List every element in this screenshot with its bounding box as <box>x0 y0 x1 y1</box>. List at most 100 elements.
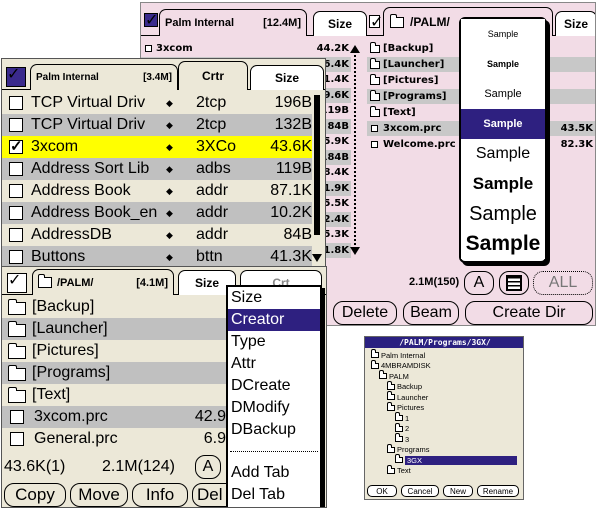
tree-label: Backup <box>397 382 423 391</box>
list-item[interactable]: TCP Virtual Driv ◆ 2tcp 132B <box>2 114 312 136</box>
font-option[interactable]: Sample <box>461 229 545 259</box>
list-item[interactable]: [Backup] <box>2 296 226 318</box>
tree-node[interactable]: Programs <box>387 443 430 455</box>
tab-volume[interactable]: Palm Internal [3.4M] <box>30 64 178 90</box>
list-item[interactable]: [Text] <box>2 384 226 406</box>
row-checkbox[interactable] <box>10 410 24 424</box>
right-checkbox[interactable] <box>369 12 383 31</box>
dialog-button[interactable]: Cancel <box>401 485 439 497</box>
menu-item[interactable]: Type <box>228 331 320 353</box>
list-item[interactable]: Address Sort Lib ◆ adbs 119B <box>2 158 312 180</box>
list-item[interactable]: [Pictures] <box>2 340 226 362</box>
tree-node[interactable]: 3GX <box>395 454 517 465</box>
list-item[interactable]: Address Book ◆ addr 87.1K <box>2 180 312 202</box>
menu-item[interactable]: Size <box>228 287 320 309</box>
copy-button[interactable]: Copy <box>4 483 66 507</box>
font-option[interactable]: Sample <box>461 109 545 139</box>
tab-volume[interactable]: Palm Internal [12.4M] <box>159 9 307 36</box>
tab-path[interactable]: /PALM/ [4.1M] <box>32 269 174 295</box>
tab-size[interactable]: Size <box>250 65 324 90</box>
list-item[interactable]: General.prc 6.9 <box>2 428 226 450</box>
dialog-button[interactable]: New <box>443 485 473 497</box>
font-option[interactable]: Sample <box>461 19 545 49</box>
font-option[interactable]: Sample <box>461 49 545 79</box>
file-name: Address Sort Lib <box>31 160 150 177</box>
folder-icon <box>8 387 26 403</box>
list-item[interactable]: 3xcom.prc 42.9 <box>2 406 226 428</box>
tab-size[interactable]: Size <box>313 11 367 36</box>
scroll-up-arrow[interactable] <box>350 45 360 53</box>
tree-node[interactable]: Pictures <box>387 401 424 413</box>
menu-item[interactable]: DModify <box>228 397 320 419</box>
a-button[interactable]: A <box>464 271 494 295</box>
tree-node[interactable]: Text <box>387 464 411 476</box>
list-item[interactable]: [Launcher] <box>2 318 226 340</box>
scroll-track[interactable] <box>354 55 356 245</box>
row-checkbox[interactable] <box>9 228 23 242</box>
menu-item[interactable]: Add Tab <box>228 462 320 484</box>
tree-node[interactable]: Backup <box>387 380 423 392</box>
volume-name: Palm Internal <box>165 17 235 29</box>
menu-item[interactable]: DBackup <box>228 419 320 441</box>
file-size: 82.3K <box>560 139 593 150</box>
row-checkbox[interactable] <box>9 118 23 132</box>
tab-size-right[interactable]: Size <box>555 11 595 36</box>
tree-label: 3GX <box>405 455 517 465</box>
select-all-checkbox[interactable] <box>6 64 26 87</box>
row-checkbox[interactable] <box>371 141 378 148</box>
font-option[interactable]: Sample <box>461 79 545 109</box>
file-size: 10.2K <box>270 204 312 221</box>
tree-node[interactable]: 3 <box>395 433 409 444</box>
status-mem: 2.1M(124) <box>102 458 175 475</box>
dialog-button[interactable]: Rename <box>477 485 519 497</box>
select-all-checkbox[interactable] <box>144 10 158 29</box>
list-item[interactable]: 3xcom ◆ 3XCo 43.6K <box>2 136 312 158</box>
scroll-down-arrow[interactable] <box>350 247 360 255</box>
scroll-down-arrow[interactable] <box>312 254 322 262</box>
row-checkbox[interactable] <box>9 206 23 220</box>
menu-item[interactable]: Del Tab <box>228 484 320 506</box>
row-checkbox[interactable] <box>9 250 23 264</box>
menu-item[interactable]: DCreate <box>228 375 320 397</box>
tree-node[interactable]: 4MBRAMDISK <box>371 359 431 371</box>
tree-node[interactable]: Palm Internal <box>371 349 425 360</box>
delete-button[interactable]: Delete <box>333 301 397 325</box>
list-item[interactable]: Buttons ◆ bttn 41.3K <box>2 246 312 268</box>
list-item[interactable]: AddressDB ◆ addr 84B <box>2 224 312 246</box>
list-item[interactable]: [Programs] <box>2 362 226 384</box>
dialog-button[interactable]: OK <box>367 485 397 497</box>
attr-icon: ◆ <box>166 185 173 196</box>
row-checkbox[interactable] <box>9 137 23 155</box>
tree-node[interactable]: Launcher <box>387 391 428 402</box>
tree-node[interactable]: 2 <box>395 422 409 434</box>
a-button[interactable]: A <box>195 455 221 479</box>
list-item[interactable]: Address Book_en ◆ addr 10.2K <box>2 202 312 224</box>
row-checkbox[interactable] <box>371 125 378 132</box>
create-dir-button[interactable]: Create Dir <box>465 301 593 325</box>
list-item[interactable]: 3xcom 44.2K <box>141 41 351 56</box>
row-checkbox[interactable] <box>10 432 24 446</box>
font-option[interactable]: Sample <box>461 169 545 199</box>
menu-item[interactable]: Creator <box>228 309 320 331</box>
font-option[interactable]: Sample <box>461 139 545 169</box>
memo-icon[interactable] <box>499 271 529 295</box>
all-button[interactable]: ALL <box>533 271 593 295</box>
tree-node[interactable]: 1 <box>395 412 409 423</box>
scrollbar[interactable] <box>314 95 320 235</box>
select-all-checkbox[interactable] <box>7 270 27 293</box>
creator-code: 2tcp <box>196 116 227 133</box>
info-button[interactable]: Info <box>132 483 188 507</box>
row-checkbox[interactable] <box>9 184 23 198</box>
move-button[interactable]: Move <box>70 483 128 507</box>
list-item[interactable]: TCP Virtual Driv ◆ 2tcp 196B <box>2 92 312 114</box>
tree-node[interactable]: PALM <box>379 370 409 381</box>
font-option[interactable]: Sample <box>461 199 545 229</box>
row-checkbox[interactable] <box>9 96 23 110</box>
menu-item[interactable]: Attr <box>228 353 320 375</box>
file-size: 84B <box>327 120 349 132</box>
row-checkbox[interactable] <box>9 162 23 176</box>
beam-button[interactable]: Beam <box>403 301 459 325</box>
tab-crtr[interactable]: Crtr <box>178 61 248 90</box>
file-name: [Launcher] <box>32 320 108 337</box>
row-checkbox[interactable] <box>145 45 152 52</box>
